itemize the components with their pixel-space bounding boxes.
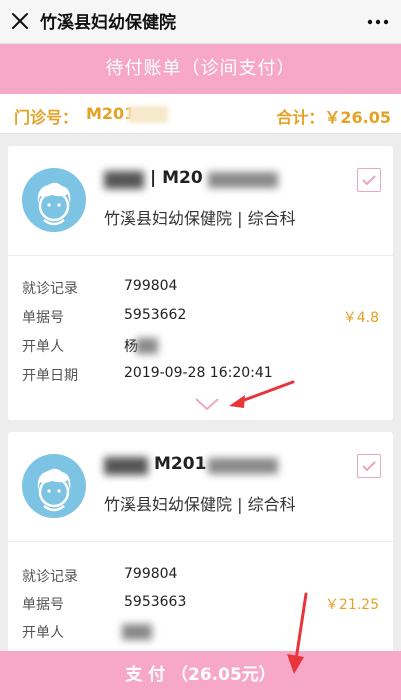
redacted-name	[104, 171, 144, 189]
detail-row: 单据号 5953662 ￥4.8	[8, 303, 393, 329]
pay-button[interactable]: 支 付 （26.05元）	[0, 651, 401, 700]
detail-row: 就诊记录 799804	[8, 274, 393, 300]
detail-row: 开单人 杨	[8, 332, 393, 358]
top-bar: 竹溪县妇幼保健院	[0, 0, 401, 44]
record-value: 799804	[124, 566, 178, 582]
annotation-arrow-icon	[229, 380, 295, 408]
receipt-label: 单据号	[22, 310, 64, 326]
check-icon	[362, 461, 376, 472]
more-icon[interactable]	[365, 9, 391, 35]
redacted-id	[208, 172, 278, 188]
issuer-label: 开单人	[22, 339, 64, 355]
close-icon[interactable]	[6, 7, 34, 35]
chevron-down-icon[interactable]	[194, 396, 220, 412]
issuer-label: 开单人	[22, 625, 64, 641]
avatar	[22, 168, 86, 232]
detail-row: 开单日期 2019-09-28 16:20:41	[8, 361, 393, 387]
annotation-arrow-icon	[287, 592, 308, 674]
receipt-value: 5953662	[124, 307, 187, 323]
detail-row: 单据号 5953663 ￥21.25	[8, 590, 393, 616]
divider	[8, 541, 393, 542]
bill-checkbox[interactable]	[357, 168, 381, 192]
clinic-number-label: 门诊号：	[14, 108, 79, 127]
hospital-department: 竹溪县妇幼保健院 | 综合科	[104, 495, 296, 514]
date-label: 开单日期	[22, 368, 78, 384]
total-amount: 合计：￥26.05	[276, 108, 391, 127]
hospital-department: 竹溪县妇幼保健院 | 综合科	[104, 209, 296, 228]
redacted-area	[128, 106, 168, 123]
bill-card: | M20 竹溪县妇幼保健院 | 综合科 就诊记录 799804 单据号 595…	[8, 146, 393, 420]
patient-id: | M20	[150, 168, 203, 188]
detail-row: 开单人	[8, 618, 393, 644]
bill-amount: ￥21.25	[324, 597, 379, 613]
divider	[8, 255, 393, 256]
check-icon	[362, 175, 376, 186]
redacted-issuer	[122, 624, 152, 640]
record-value: 799804	[124, 278, 178, 294]
record-label: 就诊记录	[22, 281, 78, 297]
summary-bar: 门诊号： M201 合计：￥26.05	[0, 94, 401, 134]
avatar	[22, 454, 86, 518]
bill-banner: 待付账单（诊间支付）	[0, 44, 401, 94]
redacted-issuer	[136, 338, 158, 354]
patient-id: M201	[154, 454, 207, 474]
page-title: 竹溪县妇幼保健院	[40, 13, 176, 33]
bill-checkbox[interactable]	[357, 454, 381, 478]
receipt-label: 单据号	[22, 597, 64, 613]
redacted-name	[104, 457, 148, 475]
detail-row: 就诊记录 799804	[8, 562, 393, 588]
record-label: 就诊记录	[22, 569, 78, 585]
bill-card: M201 竹溪县妇幼保健院 | 综合科 就诊记录 799804 单据号 5953…	[8, 432, 393, 662]
receipt-value: 5953663	[124, 594, 187, 610]
redacted-id	[208, 458, 278, 474]
bill-amount: ￥4.8	[342, 310, 379, 326]
